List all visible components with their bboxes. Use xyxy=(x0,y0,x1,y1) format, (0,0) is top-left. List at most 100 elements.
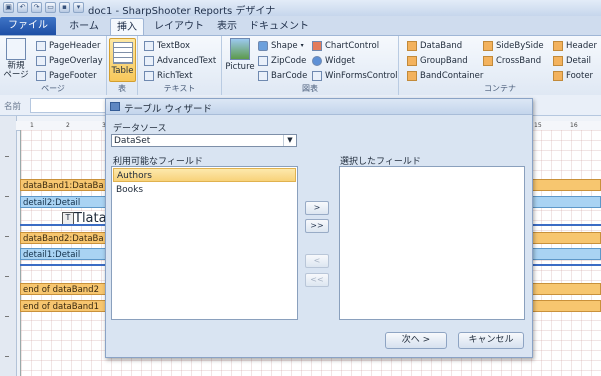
container-group: DataBand GroupBand BandContainer SideByS… xyxy=(399,36,601,95)
advancedtext-button[interactable]: AdvancedText xyxy=(144,54,216,67)
table-icon xyxy=(112,42,133,64)
tab-insert[interactable]: 挿入 xyxy=(110,18,144,36)
end-databand1-band-right[interactable] xyxy=(528,300,601,312)
detail1-band-right[interactable] xyxy=(528,248,601,260)
page-header-icon xyxy=(36,40,46,51)
undo-icon[interactable]: ↶ xyxy=(17,2,28,13)
page-group-label: ページ xyxy=(41,84,65,93)
table-group: Table 表 xyxy=(107,36,138,95)
footer-icon xyxy=(553,70,563,81)
detail-button[interactable]: Detail xyxy=(553,54,591,67)
page-overlay-icon xyxy=(36,55,46,66)
zipcode-button[interactable]: ZipCode xyxy=(258,54,306,67)
table-group-label: 表 xyxy=(118,84,126,93)
open-icon[interactable]: ▭ xyxy=(45,2,56,13)
page-header-button[interactable]: PageHeader xyxy=(36,39,101,52)
ribbon-tabs: ファイル ホーム 挿入 レイアウト 表示 ドキュメント xyxy=(0,16,601,36)
header-icon xyxy=(553,40,563,51)
textbox-icon xyxy=(144,40,154,51)
dropdown-icon[interactable]: ▾ xyxy=(73,2,84,13)
selection-line-2-right xyxy=(528,264,601,266)
tab-view[interactable]: 表示 xyxy=(210,18,244,35)
add-field-button[interactable]: > xyxy=(305,201,329,215)
picture-button[interactable]: Picture xyxy=(225,38,255,72)
table-wizard-dialog: テーブル ウィザード データソース DataSet ▼ 利用可能なフィールド 選… xyxy=(105,98,533,358)
zipcode-icon xyxy=(258,55,268,66)
barcode-icon xyxy=(258,70,268,81)
end-databand2-band-right[interactable] xyxy=(528,283,601,295)
shape-button[interactable]: Shape ▾ xyxy=(258,39,304,52)
app-icon[interactable]: ▣ xyxy=(3,2,14,13)
header-button[interactable]: Header xyxy=(553,39,597,52)
textbox-button[interactable]: TextBox xyxy=(144,39,190,52)
detail-icon xyxy=(553,55,563,66)
new-page-icon xyxy=(6,38,26,60)
add-all-fields-button[interactable]: >> xyxy=(305,219,329,233)
cancel-button[interactable]: キャンセル xyxy=(458,332,524,349)
table-wizard-icon xyxy=(110,102,120,111)
new-page-button[interactable]: 新規 ページ xyxy=(3,38,29,80)
table-button[interactable]: Table xyxy=(109,38,136,82)
next-button[interactable]: 次へ > xyxy=(385,332,447,349)
selection-line-right xyxy=(528,224,601,226)
winformscontrol-button[interactable]: WinFormsControl xyxy=(312,69,398,82)
datasource-value: DataSet xyxy=(114,136,151,146)
databand2-band-right[interactable] xyxy=(528,232,601,244)
groupband-button[interactable]: GroupBand xyxy=(407,54,468,67)
vertical-ruler xyxy=(0,116,17,376)
chartcontrol-button[interactable]: ChartControl xyxy=(312,39,379,52)
winformscontrol-icon xyxy=(312,70,322,81)
crossband-button[interactable]: CrossBand xyxy=(483,54,541,67)
window-title: doc1 - SharpShooter Reports デザイナ xyxy=(88,6,276,17)
list-item-authors[interactable]: Authors xyxy=(113,168,296,182)
crossband-icon xyxy=(483,55,493,66)
databand-button[interactable]: DataBand xyxy=(407,39,462,52)
tab-home[interactable]: ホーム xyxy=(64,18,104,35)
richtext-icon xyxy=(144,70,154,81)
dialog-title: テーブル ウィザード xyxy=(124,104,212,115)
text-group-label: テキスト xyxy=(163,84,196,93)
tab-file[interactable]: ファイル xyxy=(0,17,56,35)
chevron-down-icon[interactable]: ▼ xyxy=(283,135,296,146)
page-footer-icon xyxy=(36,70,46,81)
redo-icon[interactable]: ↷ xyxy=(31,2,42,13)
chart-group: Picture Shape ▾ ZipCode BarCode ChartCont… xyxy=(222,36,399,95)
container-group-label: コンテナ xyxy=(484,84,516,93)
remove-field-button[interactable]: < xyxy=(305,254,329,268)
databand-icon xyxy=(407,40,417,51)
quick-access-toolbar: ▣ ↶ ↷ ▭ ▪ ▾ xyxy=(3,2,84,13)
ribbon: 新規 ページ PageHeader PageOverlay PageFooter… xyxy=(0,35,601,96)
page-group: 新規 ページ PageHeader PageOverlay PageFooter… xyxy=(0,36,107,95)
page-overlay-button[interactable]: PageOverlay xyxy=(36,54,103,67)
detail2-band-right[interactable] xyxy=(528,196,601,208)
bandcontainer-button[interactable]: BandContainer xyxy=(407,69,483,82)
lock-icon[interactable]: ▪ xyxy=(59,2,70,13)
chart-icon xyxy=(312,40,322,51)
datasource-label: データソース xyxy=(113,124,167,134)
footer-button[interactable]: Footer xyxy=(553,69,593,82)
selected-fields-list[interactable] xyxy=(339,166,525,320)
tab-document[interactable]: ドキュメント xyxy=(248,18,310,35)
ruler-tick: 15 xyxy=(534,122,542,129)
list-item-books[interactable]: Books xyxy=(113,183,296,197)
name-label: 名前 xyxy=(4,102,22,112)
remove-all-fields-button[interactable]: << xyxy=(305,273,329,287)
bandcontainer-icon xyxy=(407,70,417,81)
ruler-tick: 1 xyxy=(30,122,34,129)
richtext-button[interactable]: RichText xyxy=(144,69,193,82)
ruler-tick: 2 xyxy=(66,122,70,129)
ruler-tick: 16 xyxy=(570,122,578,129)
groupband-icon xyxy=(407,55,417,66)
page-footer-button[interactable]: PageFooter xyxy=(36,69,97,82)
barcode-button[interactable]: BarCode xyxy=(258,69,307,82)
available-fields-list[interactable]: Authors Books xyxy=(111,166,298,320)
sidebyside-button[interactable]: SideBySide xyxy=(483,39,544,52)
databand1-band-right[interactable] xyxy=(528,179,601,191)
text-group: TextBox AdvancedText RichText テキスト xyxy=(138,36,222,95)
datasource-select[interactable]: DataSet ▼ xyxy=(111,134,297,147)
widget-button[interactable]: Widget xyxy=(312,54,355,67)
picture-icon xyxy=(230,38,250,60)
sidebyside-icon xyxy=(483,40,493,51)
tab-layout[interactable]: レイアウト xyxy=(150,18,208,35)
widget-icon xyxy=(312,55,322,66)
